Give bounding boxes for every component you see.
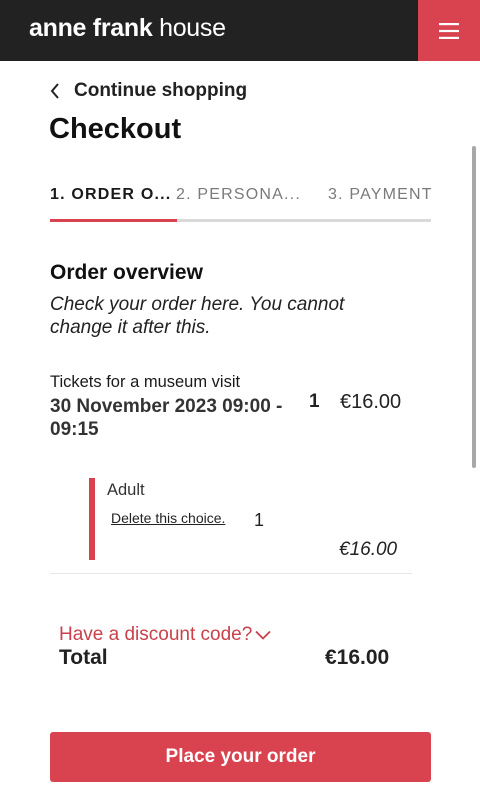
discount-code-label: Have a discount code?: [59, 624, 253, 645]
logo-regular-text: house: [159, 14, 226, 42]
logo[interactable]: anne frank house: [29, 14, 226, 43]
step-order-overview[interactable]: 1. ORDER O...: [50, 186, 176, 204]
menu-button[interactable]: [418, 0, 480, 61]
place-order-button[interactable]: Place your order: [50, 732, 431, 782]
total-label: Total: [59, 646, 108, 669]
page-title: Checkout: [49, 113, 182, 145]
ticket-price: €16.00: [340, 391, 402, 413]
top-bar: anne frank house: [0, 0, 480, 61]
scrollbar[interactable]: [472, 146, 476, 468]
ticket-datetime: 30 November 2023 09:00 - 09:15: [50, 396, 283, 440]
order-overview-title: Order overview: [50, 261, 203, 284]
logo-bold-text: anne frank: [29, 14, 153, 42]
chevron-left-icon: [50, 83, 59, 99]
total-value: €16.00: [325, 646, 390, 669]
delete-choice-link[interactable]: Delete this choice.: [111, 510, 225, 526]
subitem-quantity: 1: [254, 510, 265, 530]
continue-shopping-link[interactable]: Continue shopping: [50, 78, 247, 104]
active-step-indicator: [50, 219, 177, 222]
checkout-steps: 1. ORDER O... 2. PERSONA... 3. PAYMENT: [50, 186, 431, 222]
continue-shopping-label: Continue shopping: [74, 80, 248, 101]
step-payment[interactable]: 3. PAYMENT: [328, 186, 431, 204]
divider: [50, 573, 412, 574]
step-personal-details[interactable]: 2. PERSONA...: [176, 186, 304, 204]
discount-code-toggle[interactable]: Have a discount code?: [59, 624, 271, 646]
ticket-type: Tickets for a museum visit: [50, 373, 241, 391]
subitem-label: Adult: [107, 481, 145, 499]
hamburger-icon: [439, 22, 459, 39]
ticket-quantity: 1: [309, 391, 320, 412]
chevron-down-icon: [255, 630, 271, 640]
subitem-price: €16.00: [339, 539, 398, 560]
order-overview-description: Check your order here. You cannot change…: [50, 294, 345, 338]
subitem-accent-bar: [89, 478, 95, 560]
